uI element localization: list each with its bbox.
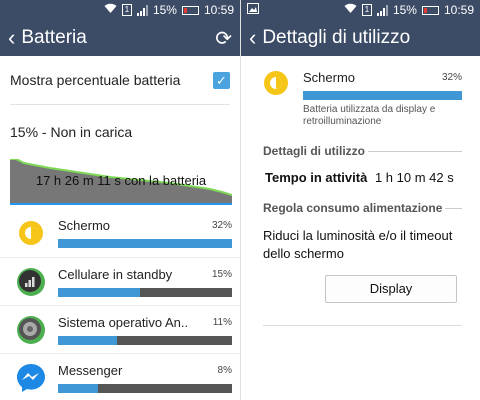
android-os-icon — [14, 313, 48, 347]
back-icon[interactable]: ‹ — [249, 27, 256, 49]
usage-details-screen: 1 15% 10:59 ‹ Dettagli di utilizzo Scher… — [240, 0, 480, 400]
usage-bar — [58, 383, 232, 393]
app-row-schermo[interactable]: Schermo 32% — [0, 209, 240, 257]
usage-bar — [58, 287, 232, 297]
usage-item-schermo: Schermo 32% Batteria utilizzata da displa… — [241, 56, 480, 128]
refresh-icon[interactable]: ⟳ — [215, 26, 232, 51]
usage-bar-fill — [58, 383, 99, 393]
section-rule — [368, 150, 462, 152]
app-name: Schermo — [58, 218, 111, 233]
show-percent-checkbox[interactable]: ✓ — [213, 71, 230, 89]
usage-bar-fill — [303, 91, 462, 100]
app-row-messenger[interactable]: Messenger 8% — [0, 353, 240, 400]
advice-text: Riduci la luminosità e/o il timeout dell… — [263, 228, 453, 261]
display-button[interactable]: Display — [325, 275, 457, 303]
section-title: Dettagli di utilizzo — [263, 144, 365, 158]
app-name: Cellulare in standby — [58, 266, 173, 282]
sim-icon: 1 — [361, 4, 372, 16]
active-time-label: Tempo in attività — [265, 170, 368, 185]
wifi-icon — [344, 3, 357, 17]
signal-icon — [376, 4, 388, 16]
app-percent: 8% — [217, 364, 232, 376]
usage-bar-fill — [58, 239, 232, 248]
back-icon[interactable]: ‹ — [8, 27, 15, 49]
app-row-cellulare[interactable]: Cellulare in standby 15% — [0, 257, 240, 305]
app-percent: 11% — [212, 316, 232, 328]
battery-status: 15% - Non in carica — [10, 124, 133, 140]
clock: 10:59 — [443, 3, 474, 17]
show-percent-label: Mostra percentuale batteria — [10, 72, 181, 88]
show-percent-row[interactable]: Mostra percentuale batteria ✓ — [0, 56, 240, 104]
battery-graph: 17 h 26 m 11 s con la batteria — [10, 159, 232, 205]
section-title: Regola consumo alimentazione — [263, 201, 443, 215]
usage-bar-fill — [58, 287, 140, 297]
divider — [263, 325, 462, 326]
usage-bar — [303, 91, 462, 100]
battery-percent: 15% — [152, 3, 177, 17]
wifi-icon — [104, 3, 117, 17]
graph-duration-label: 17 h 26 m 11 s con la batteria — [35, 173, 207, 188]
app-name: Sistema operativo An.. — [58, 314, 189, 330]
item-description: Batteria utilizzata da display e retroil… — [303, 104, 436, 127]
screen-brightness-icon — [14, 216, 48, 250]
app-percent: 32% — [211, 220, 232, 231]
status-bar: 1 15% 10:59 — [0, 0, 240, 20]
usage-bar — [58, 239, 232, 248]
app-row-sistema[interactable]: Sistema operativo An.. 11% — [0, 305, 240, 353]
battery-icon — [181, 5, 199, 15]
page-title: Dettagli di utilizzo — [262, 27, 411, 48]
active-time-row: Tempo in attività 1 h 10 m 42 s — [241, 158, 480, 185]
clock: 10:59 — [203, 3, 234, 17]
signal-icon — [136, 4, 148, 16]
messenger-icon — [14, 361, 48, 395]
app-bar: ‹ Batteria ⟳ — [0, 20, 240, 56]
power-header: Regola consumo alimentazione — [241, 201, 480, 215]
item-percent: 32% — [441, 72, 462, 83]
battery-percent: 15% — [392, 3, 417, 17]
gallery-notification-icon — [247, 3, 259, 17]
battery-icon — [421, 5, 439, 15]
app-percent: 15% — [211, 268, 232, 280]
app-name: Messenger — [58, 362, 123, 378]
page-title: Batteria — [21, 27, 87, 48]
usage-details-header: Dettagli di utilizzo — [241, 144, 480, 158]
section-rule — [445, 207, 462, 209]
usage-bar — [58, 335, 232, 345]
usage-bar-fill — [58, 335, 118, 345]
sim-icon: 1 — [121, 4, 132, 16]
item-name: Schermo — [303, 70, 356, 85]
battery-screen: 1 15% 10:59 ‹ Batteria ⟳ Mostra percentu… — [0, 0, 240, 400]
screen-brightness-icon — [263, 70, 293, 100]
active-time-value: 1 h 10 m 42 s — [374, 170, 454, 185]
cell-standby-icon — [14, 265, 48, 299]
app-bar: ‹ Dettagli di utilizzo — [241, 20, 480, 56]
status-bar: 1 15% 10:59 — [241, 0, 480, 20]
